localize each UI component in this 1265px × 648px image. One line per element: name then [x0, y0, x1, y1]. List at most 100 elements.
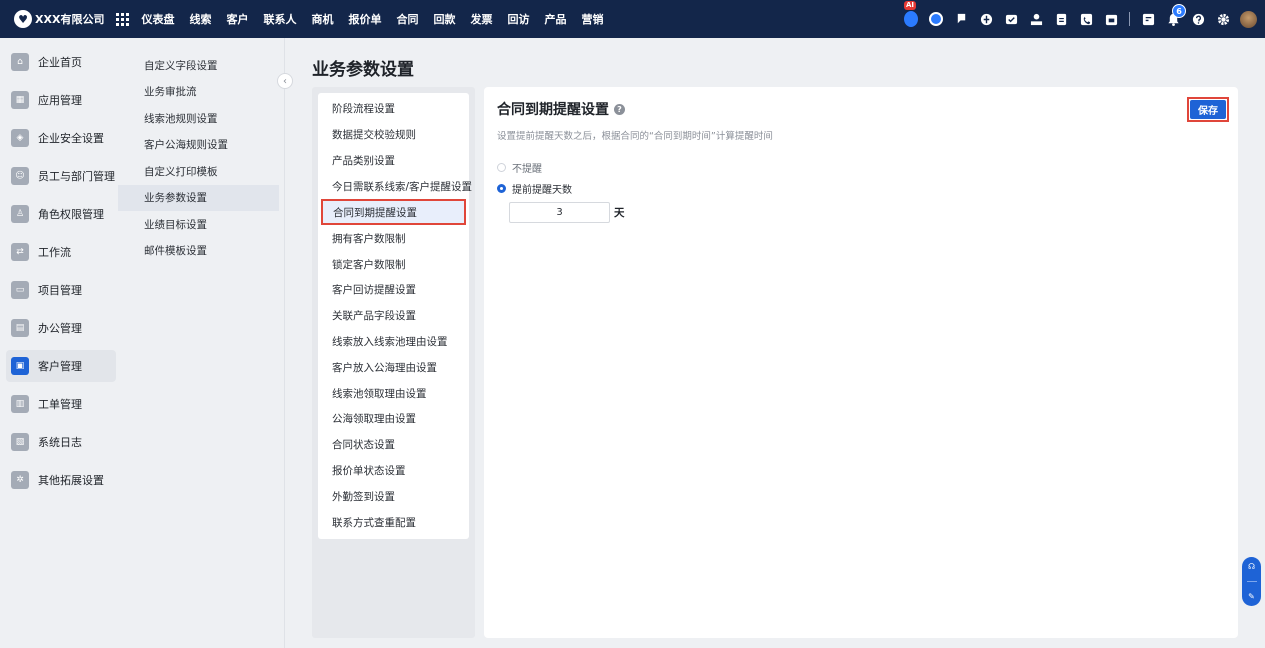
param-menu-item[interactable]: 线索池领取理由设置 — [318, 382, 469, 404]
chat-icon[interactable] — [929, 12, 943, 26]
param-menu-item[interactable]: 关联产品字段设置 — [318, 304, 469, 326]
notification-badge: 6 — [1172, 4, 1186, 18]
role-icon: ♙ — [11, 205, 29, 223]
sidebar-item-label: 其他拓展设置 — [38, 474, 104, 487]
param-menu-item[interactable]: 客户放入公海理由设置 — [318, 356, 469, 378]
top-toolbar: AI 6 — [893, 0, 1257, 38]
collapse-sidebar-button[interactable]: ‹ — [277, 73, 293, 89]
param-menu-item[interactable]: 拥有客户数限制 — [318, 227, 469, 249]
param-menu-item[interactable]: 公海领取理由设置 — [318, 407, 469, 429]
globe-icon[interactable] — [979, 12, 993, 26]
param-menu-item[interactable]: 联系方式查重配置 — [318, 511, 469, 533]
nav-invoices[interactable]: 发票 — [470, 11, 492, 27]
option-no-reminder[interactable]: 不提醒 — [497, 160, 542, 175]
company-logo[interactable]: ♥ XXX有限公司 — [14, 10, 104, 28]
calendar-icon[interactable] — [1104, 12, 1118, 26]
mail-icon[interactable] — [1004, 12, 1018, 26]
nav-contracts[interactable]: 合同 — [396, 11, 418, 27]
sidebar-item-security[interactable]: ◈ 企业安全设置 — [6, 122, 116, 154]
sidebar-item-customers[interactable]: ▣ 客户管理 — [6, 350, 116, 382]
people-icon: ☺ — [11, 167, 29, 185]
ticket-icon: ▥ — [11, 395, 29, 413]
nav-dashboard[interactable]: 仪表盘 — [141, 11, 174, 27]
sidebar-item-workflow[interactable]: ⇄ 工作流 — [6, 236, 116, 268]
sidebar-item-label: 企业安全设置 — [38, 132, 104, 145]
robot-icon[interactable]: AI — [904, 1, 918, 27]
reminder-days-input[interactable]: 3 — [509, 202, 610, 223]
save-button[interactable]: 保存 — [1190, 100, 1226, 119]
subnav-item-approval-flow[interactable]: 业务审批流 — [118, 79, 279, 106]
subnav-item-lead-pool-rules[interactable]: 线索池规则设置 — [118, 105, 279, 132]
user-avatar[interactable] — [1240, 10, 1257, 28]
save-button-highlight: 保存 — [1187, 97, 1229, 122]
option-remind-days[interactable]: 提前提醒天数 — [497, 181, 572, 196]
extension-icon: ✲ — [11, 471, 29, 489]
floating-divider — [1246, 581, 1257, 582]
sidebar-item-projects[interactable]: ▭ 项目管理 — [6, 274, 116, 306]
sidebar-item-apps[interactable]: ▦ 应用管理 — [6, 84, 116, 116]
param-menu-item[interactable]: 客户回访提醒设置 — [318, 278, 469, 300]
help-icon[interactable] — [1191, 12, 1205, 26]
sidebar-item-tickets[interactable]: ▥ 工单管理 — [6, 388, 116, 420]
sidebar-item-home[interactable]: ⌂ 企业首页 — [6, 46, 116, 78]
sidebar-item-roles[interactable]: ♙ 角色权限管理 — [6, 198, 116, 230]
nav-visits[interactable]: 回访 — [507, 11, 529, 27]
subnav-item-email-templates[interactable]: 邮件模板设置 — [118, 238, 279, 265]
bell-icon[interactable]: 6 — [1166, 4, 1186, 26]
nav-quotes[interactable]: 报价单 — [348, 11, 381, 27]
nav-customers[interactable]: 客户 — [226, 11, 248, 27]
subnav-item-business-params[interactable]: 业务参数设置 — [118, 184, 279, 211]
nav-leads[interactable]: 线索 — [189, 11, 211, 27]
sidebar-item-office[interactable]: ▤ 办公管理 — [6, 312, 116, 344]
subnav-item-public-pool-rules[interactable]: 客户公海规则设置 — [118, 132, 279, 159]
param-menu-item[interactable]: 报价单状态设置 — [318, 459, 469, 481]
settings-subnav: 自定义字段设置 业务审批流 线索池规则设置 客户公海规则设置 自定义打印模板 业… — [118, 38, 285, 648]
workflow-icon: ⇄ — [11, 243, 29, 261]
sidebar-item-label: 项目管理 — [38, 284, 82, 297]
sidebar-item-label: 工作流 — [38, 246, 71, 259]
company-name: XXX有限公司 — [35, 13, 105, 26]
content-title-text: 合同到期提醒设置 — [497, 102, 609, 118]
phone-icon[interactable] — [1079, 12, 1093, 26]
sidebar-item-extensions[interactable]: ✲ 其他拓展设置 — [6, 464, 116, 496]
sidebar-item-logs[interactable]: ▧ 系统日志 — [6, 426, 116, 458]
sidebar-item-label: 企业首页 — [38, 56, 82, 69]
project-icon: ▭ — [11, 281, 29, 299]
nav-payments[interactable]: 回款 — [433, 11, 455, 27]
customer-service-icon[interactable]: ☊ — [1248, 562, 1255, 571]
param-menu-item-contract-expiry[interactable]: 合同到期提醒设置 — [321, 199, 466, 225]
user-icon[interactable] — [1029, 12, 1043, 26]
report-icon[interactable] — [1141, 12, 1155, 26]
param-menu-item[interactable]: 数据提交校验规则 — [318, 123, 469, 145]
app-grid-icon[interactable] — [116, 12, 130, 26]
top-nav: 仪表盘 线索 客户 联系人 商机 报价单 合同 回款 发票 回访 产品 营销 — [141, 11, 618, 27]
param-menu-item[interactable]: 产品类别设置 — [318, 149, 469, 171]
feedback-icon[interactable]: ✎ — [1248, 592, 1255, 601]
radio-checked[interactable] — [497, 184, 506, 193]
subnav-item-performance-goals[interactable]: 业绩目标设置 — [118, 211, 279, 238]
nav-opportunities[interactable]: 商机 — [311, 11, 333, 27]
content-description: 设置提前提醒天数之后，根据合同的“合同到期时间”计算提醒时间 — [497, 131, 773, 142]
ai-badge: AI — [904, 1, 917, 10]
radio-unchecked[interactable] — [497, 163, 506, 172]
customer-icon: ▣ — [11, 357, 29, 375]
gear-icon[interactable] — [1216, 12, 1230, 26]
nav-contacts[interactable]: 联系人 — [263, 11, 296, 27]
subnav-item-custom-fields[interactable]: 自定义字段设置 — [118, 52, 279, 79]
days-unit-label: 天 — [614, 207, 625, 219]
flag-icon[interactable] — [954, 12, 968, 26]
nav-products[interactable]: 产品 — [544, 11, 566, 27]
doc-icon[interactable] — [1054, 12, 1068, 26]
subnav-item-print-templates[interactable]: 自定义打印模板 — [118, 158, 279, 185]
option-label: 不提醒 — [512, 164, 542, 175]
param-menu-item[interactable]: 锁定客户数限制 — [318, 253, 469, 275]
param-menu-item[interactable]: 合同状态设置 — [318, 433, 469, 455]
office-icon: ▤ — [11, 319, 29, 337]
param-menu-item[interactable]: 线索放入线索池理由设置 — [318, 330, 469, 352]
help-icon[interactable]: ? — [614, 103, 625, 115]
param-menu-item[interactable]: 外勤签到设置 — [318, 485, 469, 507]
param-menu-item[interactable]: 阶段流程设置 — [318, 97, 469, 119]
param-menu-item[interactable]: 今日需联系线索/客户提醒设置 — [318, 175, 472, 197]
sidebar-item-staff[interactable]: ☺ 员工与部门管理 — [6, 160, 116, 192]
nav-marketing[interactable]: 营销 — [581, 11, 603, 27]
